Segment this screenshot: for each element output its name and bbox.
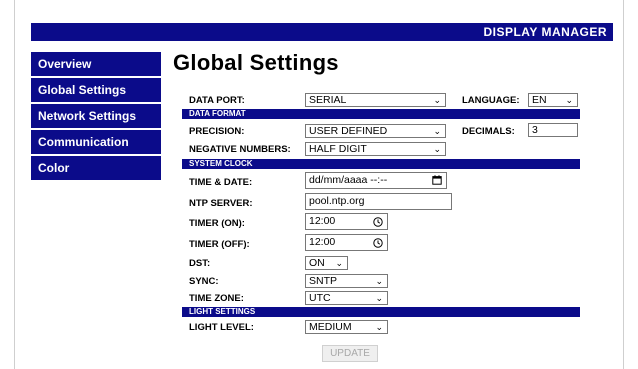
- time-date-label: TIME & DATE:: [189, 177, 253, 188]
- timer-off-value: 12:00: [309, 236, 336, 248]
- clock-icon: [373, 217, 383, 227]
- decimals-value: 3: [532, 124, 538, 136]
- chevron-down-icon: ⌄: [375, 293, 383, 303]
- timer-on-value: 12:00: [309, 215, 336, 227]
- light-level-value: MEDIUM: [309, 321, 352, 333]
- time-zone-value: UTC: [309, 292, 331, 304]
- language-select[interactable]: EN ⌄: [528, 93, 578, 107]
- section-header-system-clock: SYSTEM CLOCK: [182, 159, 580, 169]
- dst-label: DST:: [189, 258, 211, 269]
- chevron-down-icon: ⌄: [335, 258, 343, 268]
- data-port-select[interactable]: SERIAL ⌄: [305, 93, 446, 107]
- chevron-down-icon: ⌄: [565, 95, 573, 105]
- sync-label: SYNC:: [189, 276, 219, 287]
- time-date-input[interactable]: dd/mm/aaaa --:--: [305, 172, 447, 189]
- sidebar: Overview Global Settings Network Setting…: [31, 52, 161, 182]
- language-label: LANGUAGE:: [462, 95, 520, 106]
- chevron-down-icon: ⌄: [433, 126, 441, 136]
- clock-icon: [373, 238, 383, 248]
- sidebar-item-network-settings[interactable]: Network Settings: [31, 104, 161, 128]
- data-port-value: SERIAL: [309, 94, 347, 106]
- time-zone-select[interactable]: UTC ⌄: [305, 291, 388, 305]
- light-level-label: LIGHT LEVEL:: [189, 322, 254, 333]
- decimals-input[interactable]: 3: [528, 123, 578, 137]
- time-zone-label: TIME ZONE:: [189, 293, 244, 304]
- negative-numbers-label: NEGATIVE NUMBERS:: [189, 144, 291, 155]
- sync-select[interactable]: SNTP ⌄: [305, 274, 388, 288]
- chevron-down-icon: ⌄: [375, 276, 383, 286]
- timer-off-input[interactable]: 12:00: [305, 234, 388, 251]
- chevron-down-icon: ⌄: [433, 95, 441, 105]
- timer-on-input[interactable]: 12:00: [305, 213, 388, 230]
- time-date-placeholder: dd/mm/aaaa --:--: [309, 174, 388, 186]
- app-title: DISPLAY MANAGER: [483, 25, 607, 39]
- ntp-server-label: NTP SERVER:: [189, 198, 253, 209]
- dst-select[interactable]: ON ⌄: [305, 256, 348, 270]
- dst-value: ON: [309, 257, 325, 269]
- language-value: EN: [532, 94, 547, 106]
- precision-value: USER DEFINED: [309, 125, 388, 137]
- ntp-server-input[interactable]: pool.ntp.org: [305, 193, 452, 210]
- precision-select[interactable]: USER DEFINED ⌄: [305, 124, 446, 138]
- decimals-label: DECIMALS:: [462, 126, 515, 137]
- negative-numbers-select[interactable]: HALF DIGIT ⌄: [305, 142, 446, 156]
- timer-off-label: TIMER (OFF):: [189, 239, 250, 250]
- sidebar-item-overview[interactable]: Overview: [31, 52, 161, 76]
- timer-on-label: TIMER (ON):: [189, 218, 245, 229]
- chevron-down-icon: ⌄: [375, 322, 383, 332]
- section-header-light-settings: LIGHT SETTINGS: [182, 307, 580, 317]
- calendar-icon: [432, 175, 442, 185]
- sidebar-item-color[interactable]: Color: [31, 156, 161, 180]
- chevron-down-icon: ⌄: [433, 144, 441, 154]
- negative-numbers-value: HALF DIGIT: [309, 143, 367, 155]
- sidebar-item-global-settings[interactable]: Global Settings: [31, 78, 161, 102]
- page-title: Global Settings: [173, 50, 339, 75]
- update-button[interactable]: UPDATE: [322, 345, 378, 362]
- ntp-server-value: pool.ntp.org: [309, 195, 365, 207]
- sync-value: SNTP: [309, 275, 338, 287]
- precision-label: PRECISION:: [189, 126, 245, 137]
- light-level-select[interactable]: MEDIUM ⌄: [305, 320, 388, 334]
- header-bar: DISPLAY MANAGER: [31, 23, 613, 41]
- sidebar-item-communication[interactable]: Communication: [31, 130, 161, 154]
- section-header-data-format: DATA FORMAT: [182, 109, 580, 119]
- data-port-label: DATA PORT:: [189, 95, 245, 106]
